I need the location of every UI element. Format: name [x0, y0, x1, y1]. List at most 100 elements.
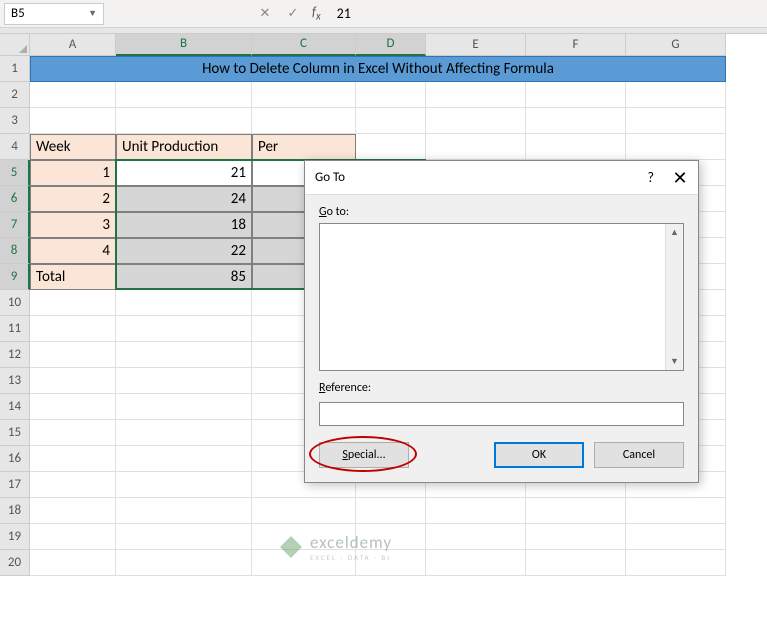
cell-A10[interactable]	[30, 290, 116, 316]
row-header-12[interactable]: 12	[0, 342, 30, 368]
cell-C4[interactable]: Per	[252, 134, 356, 160]
cell-G2[interactable]	[626, 82, 726, 108]
row-header-2[interactable]: 2	[0, 82, 30, 108]
row-header-14[interactable]: 14	[0, 394, 30, 420]
cell-C20[interactable]	[252, 550, 356, 576]
col-header-C[interactable]: C	[252, 34, 356, 56]
cell-A18[interactable]	[30, 498, 116, 524]
cell-E18[interactable]	[426, 498, 526, 524]
row-header-1[interactable]: 1	[0, 56, 30, 82]
cell-B20[interactable]	[116, 550, 252, 576]
cell-B2[interactable]	[116, 82, 252, 108]
cell-G18[interactable]	[626, 498, 726, 524]
cell-A17[interactable]	[30, 472, 116, 498]
cell-B16[interactable]	[116, 446, 252, 472]
cell-A4[interactable]: Week	[30, 134, 116, 160]
fx-icon[interactable]: fx	[312, 5, 321, 23]
row-header-13[interactable]: 13	[0, 368, 30, 394]
row-header-20[interactable]: 20	[0, 550, 30, 576]
chevron-down-icon[interactable]: ▼	[88, 8, 97, 19]
special-button[interactable]: Special...	[319, 442, 409, 468]
cell-A14[interactable]	[30, 394, 116, 420]
cell-B10[interactable]	[116, 290, 252, 316]
cell-B13[interactable]	[116, 368, 252, 394]
cell-C19[interactable]	[252, 524, 356, 550]
cell-F2[interactable]	[526, 82, 626, 108]
dialog-titlebar[interactable]: Go To ? ✕	[305, 161, 698, 195]
row-header-17[interactable]: 17	[0, 472, 30, 498]
select-all-corner[interactable]	[0, 34, 30, 56]
cell-D18[interactable]	[356, 498, 426, 524]
cell-C18[interactable]	[252, 498, 356, 524]
col-header-G[interactable]: G	[626, 34, 726, 56]
cell-B9[interactable]: 85	[116, 264, 252, 290]
formula-input[interactable]	[331, 5, 531, 22]
cell-A11[interactable]	[30, 316, 116, 342]
cell-A6[interactable]: 2	[30, 186, 116, 212]
row-header-10[interactable]: 10	[0, 290, 30, 316]
name-box[interactable]: B5 ▼	[4, 3, 104, 25]
cell-D3[interactable]	[356, 108, 426, 134]
cell-F19[interactable]	[526, 524, 626, 550]
cell-A12[interactable]	[30, 342, 116, 368]
cell-B11[interactable]	[116, 316, 252, 342]
ok-button[interactable]: OK	[494, 442, 584, 468]
cell-E2[interactable]	[426, 82, 526, 108]
cell-C2[interactable]	[252, 82, 356, 108]
col-header-E[interactable]: E	[426, 34, 526, 56]
cell-A9[interactable]: Total	[30, 264, 116, 290]
col-header-F[interactable]: F	[526, 34, 626, 56]
cell-E20[interactable]	[426, 550, 526, 576]
accept-formula-icon[interactable]: ✓	[284, 5, 302, 23]
cell-D19[interactable]	[356, 524, 426, 550]
cancel-formula-icon[interactable]: ✕	[256, 5, 274, 23]
cell-B12[interactable]	[116, 342, 252, 368]
cell-D20[interactable]	[356, 550, 426, 576]
cell-B8[interactable]: 22	[116, 238, 252, 264]
cell-B4[interactable]: Unit Production	[116, 134, 252, 160]
cell-B15[interactable]	[116, 420, 252, 446]
cell-A3[interactable]	[30, 108, 116, 134]
goto-listbox[interactable]: ▲ ▼	[319, 223, 684, 371]
cell-B14[interactable]	[116, 394, 252, 420]
cell-F4[interactable]	[526, 134, 626, 160]
cell-G20[interactable]	[626, 550, 726, 576]
cell-G19[interactable]	[626, 524, 726, 550]
cell-B5[interactable]: 21	[116, 160, 252, 186]
row-header-15[interactable]: 15	[0, 420, 30, 446]
row-header-11[interactable]: 11	[0, 316, 30, 342]
col-header-B[interactable]: B	[116, 34, 252, 56]
cell-G3[interactable]	[626, 108, 726, 134]
cell-F3[interactable]	[526, 108, 626, 134]
cell-B19[interactable]	[116, 524, 252, 550]
cell-E19[interactable]	[426, 524, 526, 550]
cell-A5[interactable]: 1	[30, 160, 116, 186]
row-header-18[interactable]: 18	[0, 498, 30, 524]
cell-A1[interactable]: How to Delete Column in Excel Without Af…	[30, 56, 726, 82]
cell-E3[interactable]	[426, 108, 526, 134]
row-header-8[interactable]: 8	[0, 238, 30, 264]
cell-E4[interactable]	[426, 134, 526, 160]
cell-B6[interactable]: 24	[116, 186, 252, 212]
row-header-19[interactable]: 19	[0, 524, 30, 550]
cell-F20[interactable]	[526, 550, 626, 576]
cell-D4[interactable]	[356, 134, 426, 160]
cell-A7[interactable]: 3	[30, 212, 116, 238]
cell-B18[interactable]	[116, 498, 252, 524]
row-header-16[interactable]: 16	[0, 446, 30, 472]
cell-A16[interactable]	[30, 446, 116, 472]
cell-A13[interactable]	[30, 368, 116, 394]
cell-G4[interactable]	[626, 134, 726, 160]
scroll-up-icon[interactable]: ▲	[670, 224, 679, 241]
cell-C3[interactable]	[252, 108, 356, 134]
row-header-7[interactable]: 7	[0, 212, 30, 238]
row-header-9[interactable]: 9	[0, 264, 30, 290]
col-header-A[interactable]: A	[30, 34, 116, 56]
cell-A15[interactable]	[30, 420, 116, 446]
row-header-4[interactable]: 4	[0, 134, 30, 160]
close-icon[interactable]: ✕	[672, 167, 688, 189]
cell-A20[interactable]	[30, 550, 116, 576]
help-icon[interactable]: ?	[648, 169, 655, 186]
cell-F18[interactable]	[526, 498, 626, 524]
cell-A2[interactable]	[30, 82, 116, 108]
